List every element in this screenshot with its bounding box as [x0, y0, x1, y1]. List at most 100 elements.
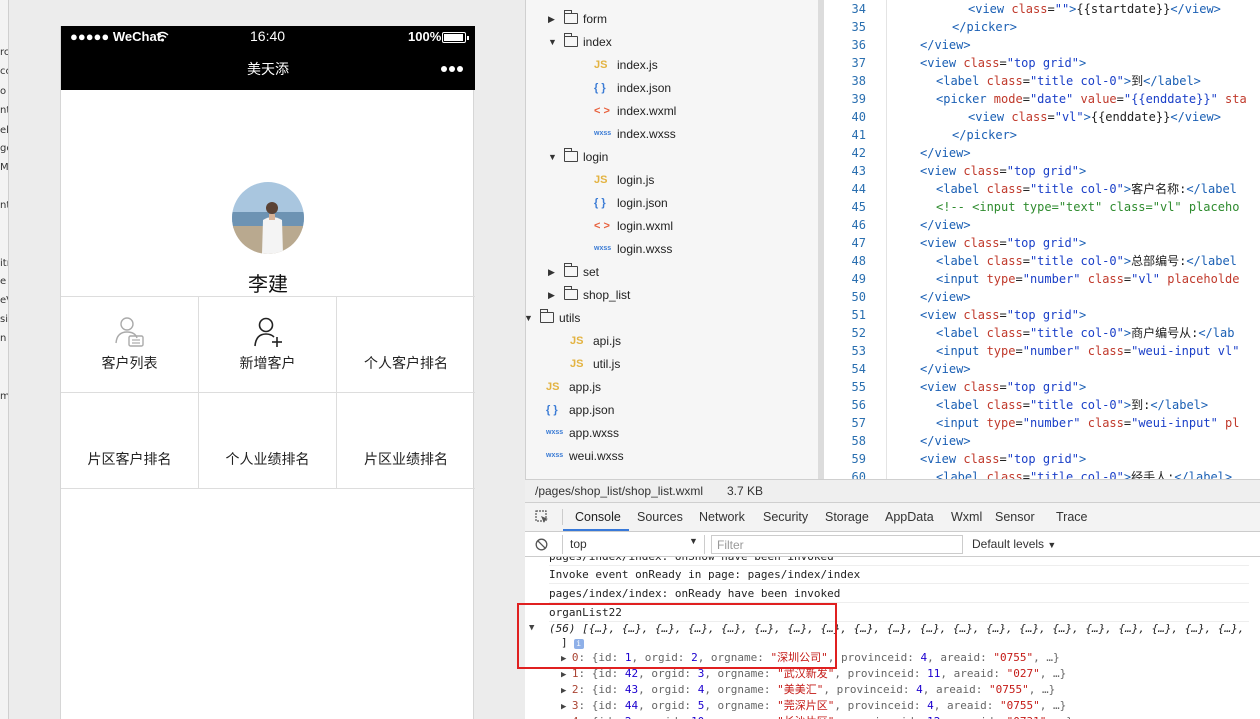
tree-file[interactable]: wxss app.wxss [526, 423, 816, 443]
edge-text: cc [0, 66, 8, 77]
code-token: 到: [1131, 398, 1151, 412]
chevron-down-icon[interactable]: ▼ [548, 147, 558, 167]
console-token: : {id: [578, 715, 624, 719]
line-number: 54 [851, 362, 866, 376]
tab-console[interactable]: Console [575, 510, 621, 524]
grid-item-personal-customer-ranking[interactable]: 个人客户排名 [337, 297, 475, 393]
clear-console-icon[interactable] [535, 538, 548, 551]
code-token: class [1011, 110, 1048, 124]
line-number: 56 [851, 398, 866, 412]
tab-appdata[interactable]: AppData [885, 510, 934, 524]
tab-storage[interactable]: Storage [825, 510, 869, 524]
tree-folder-login[interactable]: ▼ login [526, 147, 816, 167]
avatar [232, 182, 304, 254]
tree-file[interactable]: < > login.wxml [526, 216, 816, 236]
tree-item-label: set [583, 265, 600, 279]
grid-item-add-customer[interactable]: 新增客户 [199, 297, 337, 393]
tree-folder-set[interactable]: ▶ set [526, 262, 816, 282]
log-levels-dropdown[interactable]: Default levels ▼ [972, 537, 1056, 551]
tree-folder-form[interactable]: ▶ form [526, 9, 816, 29]
tab-security[interactable]: Security [763, 510, 808, 524]
tab-sensor[interactable]: Sensor [995, 510, 1035, 524]
folder-icon [540, 309, 554, 323]
tree-item-label: index.js [617, 58, 658, 72]
console-array-item[interactable]: ▶ 4: {id: 2, orgid: 10, orgname: "长沙片区",… [561, 712, 1260, 719]
edge-text: o [0, 86, 7, 97]
tree-item-label: utils [559, 311, 581, 325]
code-text: <view class="top grid"> [920, 162, 1086, 180]
code-token: </label> [1174, 470, 1233, 479]
tree-file[interactable]: < > index.wxml [526, 101, 816, 121]
code-token: type [986, 416, 1016, 430]
more-options-icon[interactable] [441, 66, 465, 74]
line-number: 60 [851, 470, 866, 479]
grid-item-personal-performance-ranking[interactable]: 个人业绩排名 [199, 393, 337, 489]
chevron-right-icon[interactable]: ▶ [548, 285, 558, 305]
tab-wxml[interactable]: Wxml [951, 510, 982, 524]
chevron-right-icon[interactable]: ▶ [548, 9, 558, 29]
code-line: 58 </view> [824, 432, 1260, 450]
tab-sources[interactable]: Sources [637, 510, 683, 524]
chevron-right-icon[interactable]: ▶ [561, 686, 572, 696]
code-token: </view> [1170, 2, 1221, 16]
tree-file[interactable]: JS util.js [526, 354, 816, 374]
chevron-down-icon[interactable]: ▼ [548, 32, 558, 52]
console-token: , orgname: [704, 699, 778, 712]
chevron-right-icon[interactable]: ▶ [561, 702, 572, 712]
code-token: 经手人: [1131, 470, 1175, 479]
tree-folder-shop_list[interactable]: ▶ shop_list [526, 285, 816, 305]
edge-text: ge [0, 143, 8, 154]
grid-item-area-customer-ranking[interactable]: 片区客户排名 [61, 393, 199, 489]
tree-file[interactable]: JS login.js [526, 170, 816, 190]
grid-item-area-performance-ranking[interactable]: 片区业绩排名 [337, 393, 475, 489]
tree-item-label: shop_list [583, 288, 631, 302]
tree-folder-index[interactable]: ▼ index [526, 32, 816, 52]
chevron-right-icon[interactable]: ▶ [548, 262, 558, 282]
code-token: class [963, 452, 1000, 466]
tree-file[interactable]: { } login.json [526, 193, 816, 213]
code-token: <!-- <input type="text" class="vl" place… [936, 200, 1240, 214]
code-line: 46 </view> [824, 216, 1260, 234]
code-token: > [1078, 236, 1087, 250]
item-orgid: 10 [691, 715, 704, 719]
grid-item-label: 个人客户排名 [364, 356, 448, 372]
tree-file[interactable]: wxss login.wxss [526, 239, 816, 259]
filter-input[interactable]: Filter [711, 535, 963, 554]
edge-text: si [0, 314, 8, 325]
code-line: 36 </view> [824, 36, 1260, 54]
tree-file[interactable]: JS api.js [526, 331, 816, 351]
context-selector[interactable]: top ▼ [562, 535, 705, 554]
tree-file[interactable]: JS index.js [526, 55, 816, 75]
js-file-icon: JS [570, 358, 584, 370]
code-text: <input type="number" class="weui-input" … [936, 414, 1240, 432]
line-number: 37 [851, 56, 866, 70]
code-token: "vl" [1131, 272, 1161, 286]
code-line: 55 <view class="top grid"> [824, 378, 1260, 396]
code-token: {{enddate}} [1090, 110, 1171, 124]
chevron-down-icon[interactable]: ▼ [524, 308, 534, 328]
code-token: class [986, 254, 1023, 268]
tree-file[interactable]: { } app.json [526, 400, 816, 420]
grid-item-customer-list[interactable]: 客户列表 [61, 297, 199, 393]
code-token: "weui-input vl" [1131, 344, 1240, 358]
line-number: 47 [851, 236, 866, 250]
tree-file[interactable]: wxss weui.wxss [526, 446, 816, 466]
code-token: pl [1217, 416, 1240, 430]
line-number: 42 [851, 146, 866, 160]
tree-file[interactable]: { } index.json [526, 78, 816, 98]
tab-trace[interactable]: Trace [1056, 510, 1088, 524]
inspect-element-icon[interactable] [535, 510, 549, 524]
js-file-icon: JS [594, 59, 608, 71]
wxml-file-icon: < > [594, 105, 610, 117]
code-editor[interactable]: 34 <view class="">{{startdate}}</view> 35 <… [824, 0, 1260, 479]
chevron-down-icon: ▼ [689, 536, 698, 546]
tree-folder-utils[interactable]: ▼ utils [524, 308, 816, 328]
tree-file[interactable]: JS app.js [526, 377, 816, 397]
tree-file[interactable]: wxss index.wxss [526, 124, 816, 144]
code-text: <label class="title col-0">客户名称:</label [936, 180, 1237, 198]
code-token: class [1080, 272, 1124, 286]
chevron-right-icon[interactable]: ▶ [561, 670, 572, 680]
code-text: <label class="title col-0">到</label> [936, 72, 1201, 90]
tab-network[interactable]: Network [699, 510, 745, 524]
code-text: <label class="title col-0">商户编号从:</lab [936, 324, 1234, 342]
